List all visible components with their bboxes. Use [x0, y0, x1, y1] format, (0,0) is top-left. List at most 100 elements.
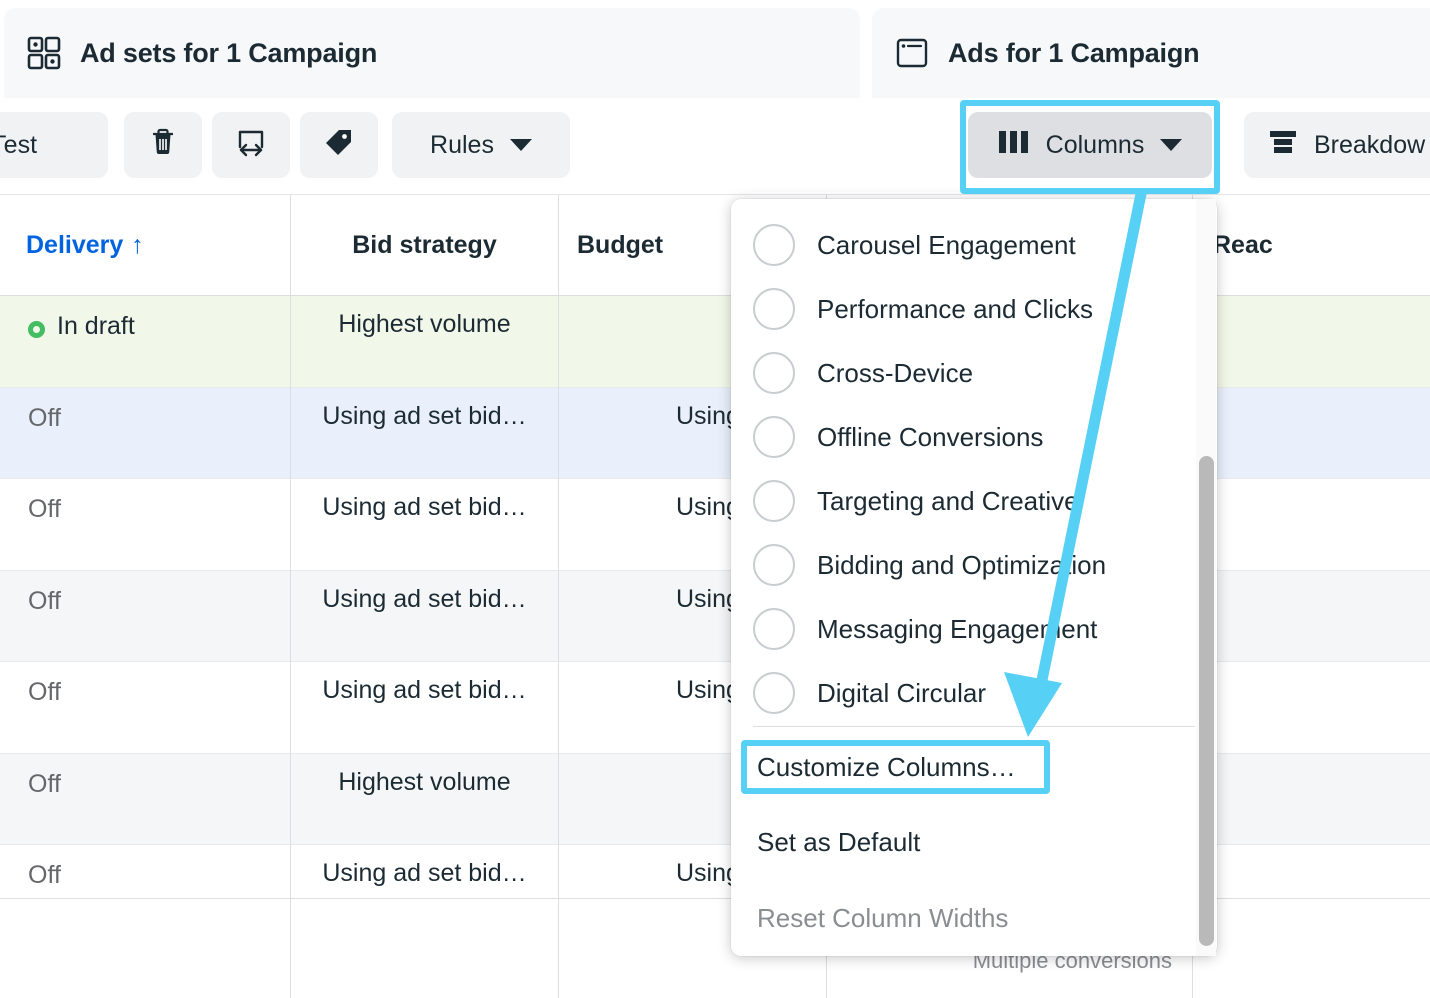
status-badge: Off [28, 678, 61, 706]
status-badge: Off [28, 495, 61, 523]
cell-delivery: Off [8, 753, 291, 845]
cell-bid-strategy: Using ad set bid… [291, 479, 559, 571]
columns-icon [998, 129, 1030, 162]
menu-item-performance-and-clicks[interactable]: Performance and Clicks [731, 277, 1217, 341]
tab-ad-sets[interactable]: Ad sets for 1 Campaign [4, 8, 860, 98]
window-icon [894, 35, 930, 71]
trash-icon [149, 127, 177, 164]
footer-cell-bid-strategy [291, 899, 559, 998]
radio-icon[interactable] [753, 672, 795, 714]
duplicate-icon [236, 127, 266, 164]
cell-reach [1193, 662, 1430, 754]
menu-item-label: Performance and Clicks [817, 293, 1093, 324]
status-badge: Off [28, 586, 61, 615]
footer-cell-delivery [8, 899, 291, 998]
cell-reach [1193, 296, 1430, 388]
cell-reach [1193, 388, 1430, 480]
cell-bid-strategy-value: Using ad set bid… [322, 493, 527, 521]
cell-bid-strategy: Using ad set bid… [291, 387, 559, 479]
column-header-bid-strategy[interactable]: Bid strategy [291, 195, 559, 296]
menu-item-offline-conversions[interactable]: Offline Conversions [731, 405, 1217, 469]
radio-icon[interactable] [753, 352, 795, 394]
menu-scrollbar-thumb[interactable] [1199, 456, 1214, 946]
menu-item-bidding-and-optimization[interactable]: Bidding and Optimization [731, 533, 1217, 597]
chevron-down-icon [1160, 139, 1183, 151]
cell-delivery: Off [8, 570, 291, 662]
menu-item-cross-device[interactable]: Cross-Device [731, 341, 1217, 405]
duplicate-button[interactable] [212, 112, 290, 178]
tab-ads[interactable]: Ads for 1 Campaign [872, 8, 1430, 98]
tab-ad-sets-label: Ad sets for 1 Campaign [80, 37, 378, 68]
cell-bid-strategy: Highest volume [291, 296, 559, 388]
cell-bid-strategy: Highest volume [291, 753, 559, 845]
cell-bid-strategy-value: Highest volume [338, 310, 511, 338]
breakdown-button[interactable]: Breakdow [1244, 112, 1430, 178]
status-badge: Off [28, 769, 61, 798]
radio-icon[interactable] [753, 288, 795, 330]
radio-icon[interactable] [753, 416, 795, 458]
cell-bid-strategy: Using ad set bid… [291, 662, 559, 754]
menu-action-customize-columns[interactable]: Customize Columns… [731, 740, 1217, 794]
grid-icon [26, 35, 62, 71]
radio-icon[interactable] [753, 480, 795, 522]
column-header-reach[interactable]: Reac [1193, 195, 1430, 296]
menu-item-digital-circular[interactable]: Digital Circular [731, 661, 1217, 725]
breakdown-label: Breakdow [1314, 130, 1426, 159]
cell-bid-strategy: Using ad set bid… [291, 570, 559, 662]
tag-button[interactable] [300, 112, 378, 178]
menu-item-label: Cross-Device [817, 357, 974, 388]
menu-divider [753, 726, 1195, 727]
menu-item-label: Bidding and Optimization [817, 549, 1107, 580]
chevron-down-icon [509, 139, 532, 151]
menu-item-carousel-engagement[interactable]: Carousel Engagement [731, 213, 1217, 277]
tag-icon [324, 127, 354, 164]
ab-test-button[interactable]: B Test [0, 112, 108, 178]
menu-item-label: Messaging Engagement [817, 613, 1098, 644]
column-header-budget-label: Budget [577, 231, 664, 259]
tab-strip: Ad sets for 1 Campaign Ads for 1 Campaig… [0, 0, 1430, 98]
menu-action-reset-column-widths: Reset Column Widths [731, 891, 1217, 945]
radio-icon[interactable] [753, 608, 795, 650]
ab-test-label: B Test [0, 130, 38, 159]
menu-action-set-as-default[interactable]: Set as Default [731, 815, 1217, 869]
menu-item-label: Targeting and Creative [817, 485, 1079, 516]
cell-bid-strategy-value: Using ad set bid… [322, 584, 527, 613]
menu-item-messaging-engagement[interactable]: Messaging Engagement [731, 597, 1217, 661]
app-root: Ad sets for 1 Campaign Ads for 1 Campaig… [0, 0, 1430, 998]
cell-delivery: Off [8, 662, 291, 754]
menu-item-label: Digital Circular [817, 677, 987, 708]
cell-delivery: Off [8, 479, 291, 571]
columns-label: Columns [1045, 130, 1145, 159]
menu-action-reset-column-widths-label: Reset Column Widths [757, 902, 1009, 933]
sort-ascending-icon: ↑ [131, 231, 144, 259]
rules-button[interactable]: Rules [392, 112, 570, 178]
cell-delivery: In draft [8, 296, 291, 388]
menu-action-customize-columns-label: Customize Columns… [757, 751, 1016, 782]
cell-reach [1193, 754, 1430, 846]
menu-item-label: Offline Conversions [817, 421, 1044, 452]
cell-bid-strategy-value: Using ad set bid… [322, 859, 527, 887]
column-header-delivery[interactable]: Delivery ↑ [8, 195, 291, 296]
column-header-bid-strategy-label: Bid strategy [352, 231, 497, 259]
cell-delivery: Off [8, 387, 291, 479]
cell-reach [1193, 571, 1430, 663]
column-header-reach-label: Reac [1213, 231, 1273, 259]
status-badge: Off [28, 403, 61, 432]
columns-button[interactable]: Columns [968, 112, 1212, 178]
cell-bid-strategy-value: Highest volume [338, 767, 511, 796]
menu-item-label: Carousel Engagement [817, 229, 1076, 260]
delete-button[interactable] [124, 112, 202, 178]
status-dot-icon [28, 321, 45, 338]
cell-reach [1193, 479, 1430, 571]
menu-item-targeting-and-creative[interactable]: Targeting and Creative [731, 469, 1217, 533]
cell-bid-strategy-value: Using ad set bid… [322, 676, 527, 704]
radio-icon[interactable] [753, 224, 795, 266]
tab-ads-label: Ads for 1 Campaign [948, 37, 1200, 68]
menu-action-set-as-default-label: Set as Default [757, 826, 921, 857]
radio-icon[interactable] [753, 544, 795, 586]
cell-bid-strategy-value: Using ad set bid… [322, 401, 527, 430]
rules-label: Rules [430, 130, 494, 159]
breakdown-icon [1268, 129, 1298, 162]
footer-cell-reach [1193, 899, 1430, 998]
status-badge: Off [28, 861, 61, 889]
